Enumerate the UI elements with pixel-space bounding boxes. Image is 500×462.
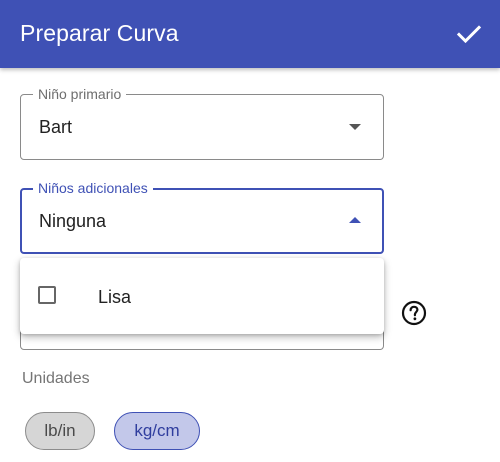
additional-children-label: Niños adicionales bbox=[33, 180, 153, 196]
menu-item-option[interactable]: Lisa bbox=[20, 258, 384, 334]
checkbox[interactable] bbox=[38, 286, 56, 304]
unit-chip-metric[interactable]: kg/cm bbox=[114, 412, 200, 450]
help-button[interactable] bbox=[401, 300, 427, 326]
unit-chip-imperial[interactable]: lb/in bbox=[25, 412, 95, 450]
prepare-curve-screen: Preparar Curva Niño primario Bart Niños … bbox=[0, 0, 500, 462]
help-circle-icon bbox=[401, 300, 427, 326]
additional-children-value: Ninguna bbox=[39, 211, 107, 231]
confirm-button[interactable] bbox=[451, 16, 487, 52]
units-label: Unidades bbox=[22, 370, 90, 387]
primary-child-value: Bart bbox=[39, 117, 73, 137]
additional-children-menu: Lisa bbox=[20, 258, 384, 334]
app-bar: Preparar Curva bbox=[0, 0, 500, 68]
primary-child-select[interactable]: Niño primario Bart bbox=[20, 86, 384, 160]
menu-item-label: Lisa bbox=[98, 287, 132, 307]
chevron-down-icon bbox=[349, 124, 361, 130]
primary-child-label: Niño primario bbox=[33, 86, 127, 102]
page-title: Preparar Curva bbox=[20, 20, 179, 46]
additional-children-select[interactable]: Niños adicionales Ninguna bbox=[20, 180, 384, 254]
chevron-up-icon bbox=[349, 217, 361, 223]
check-icon bbox=[456, 25, 482, 44]
